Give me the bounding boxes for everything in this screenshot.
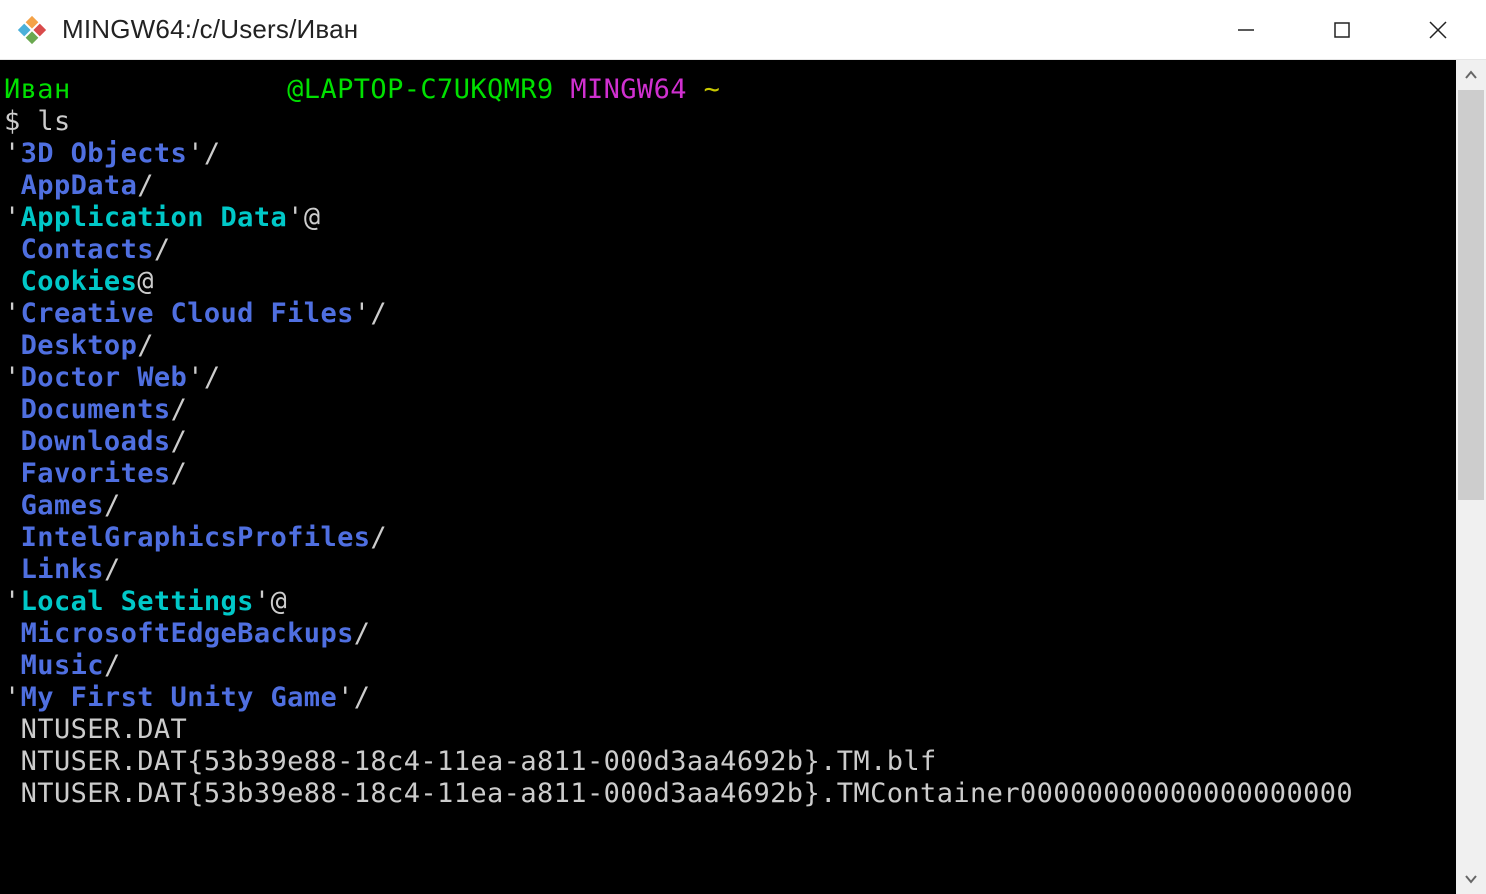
- prompt-env: MINGW64: [570, 74, 687, 105]
- minimize-button[interactable]: [1198, 0, 1294, 59]
- window-title: MINGW64:/c/Users/Иван: [62, 14, 1198, 45]
- prompt-path: ~: [704, 74, 721, 105]
- ls-entry-name: NTUSER.DAT{53b39e88-18c4-11ea-a811-000d3…: [21, 746, 937, 777]
- ls-entry: '3D Objects'/: [4, 138, 1456, 170]
- ls-entry: 'Application Data'@: [4, 202, 1456, 234]
- ls-entry-name: Application Data: [21, 202, 288, 233]
- ls-entry-suffix: /: [204, 362, 221, 393]
- ls-entry: Music/: [4, 650, 1456, 682]
- ls-entry-suffix: /: [171, 394, 188, 425]
- ls-entry-name: Games: [21, 490, 104, 521]
- ls-entry: NTUSER.DAT{53b39e88-18c4-11ea-a811-000d3…: [4, 778, 1456, 810]
- ls-entry: NTUSER.DAT: [4, 714, 1456, 746]
- ls-entry-name: Downloads: [21, 426, 171, 457]
- maximize-button[interactable]: [1294, 0, 1390, 59]
- ls-entry-name: Local Settings: [21, 586, 254, 617]
- ls-entry: AppData/: [4, 170, 1456, 202]
- ls-entry-name: Documents: [21, 394, 171, 425]
- ls-entry-name: Desktop: [21, 330, 138, 361]
- scroll-thumb[interactable]: [1458, 90, 1484, 500]
- ls-entry-name: Creative Cloud Files: [21, 298, 354, 329]
- ls-entry-name: 3D Objects: [21, 138, 188, 169]
- ls-entry-suffix: @: [304, 202, 321, 233]
- prompt-user: Иван: [4, 74, 287, 105]
- terminal-wrapper: Иван @LAPTOP-C7UKQMR9 MINGW64 ~$ ls'3D O…: [0, 60, 1486, 894]
- ls-entry: MicrosoftEdgeBackups/: [4, 618, 1456, 650]
- ls-entry-name: Links: [21, 554, 104, 585]
- typed-command: ls: [37, 106, 70, 137]
- ls-entry-suffix: @: [137, 266, 154, 297]
- vertical-scrollbar[interactable]: [1456, 60, 1486, 894]
- ls-entry-name: AppData: [21, 170, 138, 201]
- ls-entry: NTUSER.DAT{53b39e88-18c4-11ea-a811-000d3…: [4, 746, 1456, 778]
- ls-entry-suffix: /: [104, 554, 121, 585]
- app-icon: [16, 14, 48, 46]
- ls-entry-suffix: /: [137, 330, 154, 361]
- ls-entry: 'My First Unity Game'/: [4, 682, 1456, 714]
- ls-entry-suffix: /: [154, 234, 171, 265]
- prompt-host: @LAPTOP-C7UKQMR9: [287, 74, 554, 105]
- ls-entry: Links/: [4, 554, 1456, 586]
- ls-entry-name: Contacts: [21, 234, 154, 265]
- command-line: $ ls: [4, 106, 1456, 138]
- ls-entry: 'Doctor Web'/: [4, 362, 1456, 394]
- ls-entry-name: Favorites: [21, 458, 171, 489]
- ls-entry: Documents/: [4, 394, 1456, 426]
- terminal-output[interactable]: Иван @LAPTOP-C7UKQMR9 MINGW64 ~$ ls'3D O…: [0, 60, 1456, 894]
- ls-entry-suffix: /: [370, 298, 387, 329]
- ls-entry-name: NTUSER.DAT: [21, 714, 188, 745]
- ls-entry: Contacts/: [4, 234, 1456, 266]
- ls-entry: IntelGraphicsProfiles/: [4, 522, 1456, 554]
- window-titlebar: MINGW64:/c/Users/Иван: [0, 0, 1486, 60]
- ls-entry-suffix: /: [104, 490, 121, 521]
- ls-entry-name: Music: [21, 650, 104, 681]
- prompt-line: Иван @LAPTOP-C7UKQMR9 MINGW64 ~: [4, 74, 1456, 106]
- ls-entry-name: NTUSER.DAT{53b39e88-18c4-11ea-a811-000d3…: [21, 778, 1353, 809]
- ls-entry-suffix: /: [354, 682, 371, 713]
- ls-entry-name: My First Unity Game: [21, 682, 337, 713]
- ls-entry-suffix: /: [171, 458, 188, 489]
- ls-entry: Desktop/: [4, 330, 1456, 362]
- ls-entry: 'Creative Cloud Files'/: [4, 298, 1456, 330]
- ls-entry-suffix: /: [370, 522, 387, 553]
- ls-entry: Downloads/: [4, 426, 1456, 458]
- scroll-down-arrow[interactable]: [1456, 864, 1486, 894]
- ls-entry-suffix: /: [171, 426, 188, 457]
- ls-entry-name: Cookies: [21, 266, 138, 297]
- ls-entry-name: Doctor Web: [21, 362, 188, 393]
- ls-entry: Cookies@: [4, 266, 1456, 298]
- ls-entry-suffix: /: [104, 650, 121, 681]
- ls-entry-suffix: /: [137, 170, 154, 201]
- ls-entry-suffix: /: [204, 138, 221, 169]
- ls-entry: Favorites/: [4, 458, 1456, 490]
- ls-entry-name: IntelGraphicsProfiles: [21, 522, 371, 553]
- ls-entry: Games/: [4, 490, 1456, 522]
- window-controls: [1198, 0, 1486, 59]
- ls-entry-suffix: /: [354, 618, 371, 649]
- ls-entry: 'Local Settings'@: [4, 586, 1456, 618]
- scroll-up-arrow[interactable]: [1456, 60, 1486, 90]
- ls-entry-name: MicrosoftEdgeBackups: [21, 618, 354, 649]
- close-button[interactable]: [1390, 0, 1486, 59]
- ls-entry-suffix: @: [271, 586, 288, 617]
- prompt-symbol: $: [4, 106, 37, 137]
